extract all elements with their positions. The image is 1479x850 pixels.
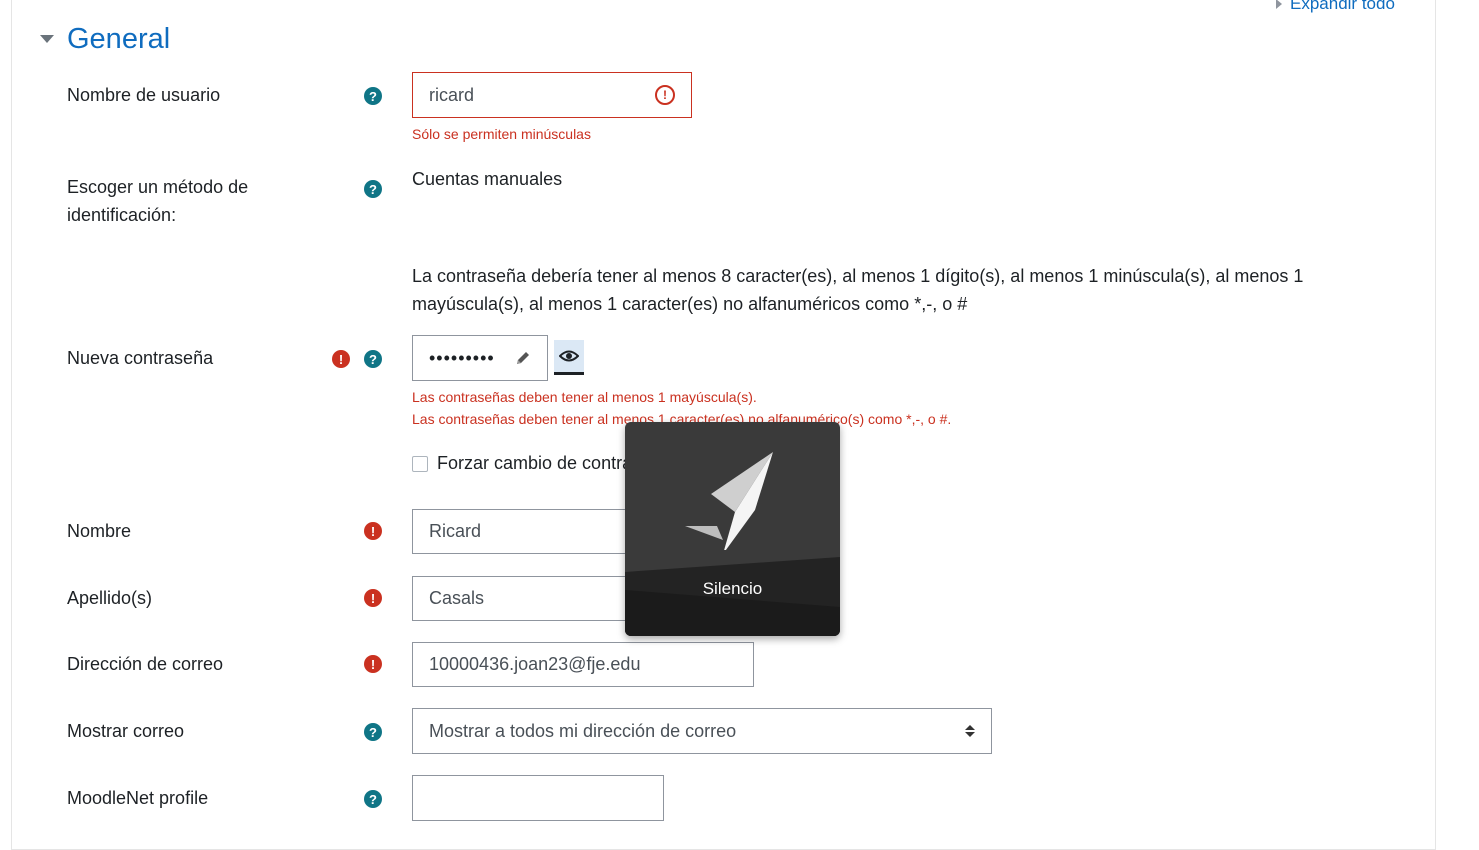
username-input[interactable]: ricard ! — [412, 72, 692, 118]
email-value: 10000436.joan23@fje.edu — [429, 654, 641, 674]
required-icon: ! — [364, 522, 382, 540]
silence-icon — [685, 452, 773, 550]
collapse-caret-icon[interactable] — [40, 35, 54, 43]
auth-value: Cuentas manuales — [412, 169, 563, 189]
lastname-value: Casals — [429, 588, 485, 608]
overlay-label: Silencio — [702, 579, 763, 598]
username-value: ricard — [429, 84, 475, 105]
username-error: Sólo se permiten minúsculas — [412, 126, 591, 142]
maildisplay-label: Mostrar correo — [67, 721, 185, 741]
required-icon: ! — [364, 589, 382, 607]
maildisplay-select[interactable]: Mostrar a todos mi dirección de correo — [412, 708, 992, 754]
help-icon[interactable]: ? — [364, 723, 382, 741]
expand-all-link[interactable]: Expandir todo — [1276, 0, 1395, 14]
invalid-icon: ! — [655, 85, 675, 105]
email-input[interactable]: 10000436.joan23@fje.edu — [412, 642, 754, 687]
password-policy-line1: La contraseña debería tener al menos 8 c… — [412, 266, 1304, 286]
eye-icon — [559, 350, 579, 362]
email-label: Dirección de correo — [67, 654, 224, 674]
auth-label-line1: Escoger un método de — [67, 177, 249, 197]
auth-label-line2: identificación: — [67, 205, 177, 225]
help-icon[interactable]: ? — [364, 180, 382, 198]
focus-mode-overlay: Silencio — [625, 422, 840, 636]
section-title: General — [67, 23, 171, 55]
password-policy-line2: mayúscula(s), al menos 1 caracter(es) no… — [412, 294, 968, 314]
required-icon: ! — [364, 655, 382, 673]
auth-label: Escoger un método de identificación: — [67, 173, 248, 229]
new-password-input[interactable]: ••••••••• — [412, 335, 548, 381]
help-icon[interactable]: ? — [364, 790, 382, 808]
help-icon[interactable]: ? — [364, 350, 382, 368]
required-icon: ! — [332, 350, 350, 368]
maildisplay-value: Mostrar a todos mi dirección de correo — [429, 720, 737, 741]
expand-all-label: Expandir todo — [1290, 0, 1395, 13]
reveal-password-button[interactable] — [554, 340, 584, 375]
moodlenet-input[interactable] — [412, 775, 664, 821]
firstname-value: Ricard — [429, 521, 482, 541]
force-change-checkbox[interactable] — [412, 456, 428, 472]
lastname-label: Apellido(s) — [67, 588, 153, 608]
password-policy: La contraseña debería tener al menos 8 c… — [412, 262, 1303, 318]
caret-right-icon — [1276, 0, 1282, 9]
firstname-label: Nombre — [67, 521, 132, 541]
moodlenet-label: MoodleNet profile — [67, 788, 209, 808]
select-arrows-icon — [965, 725, 975, 737]
new-password-label: Nueva contraseña — [67, 348, 214, 368]
new-password-value: ••••••••• — [429, 347, 495, 368]
password-error-1: Las contraseñas deben tener al menos 1 m… — [412, 389, 757, 405]
username-label: Nombre de usuario — [67, 85, 221, 105]
pencil-icon[interactable] — [515, 350, 531, 366]
help-icon[interactable]: ? — [364, 87, 382, 105]
